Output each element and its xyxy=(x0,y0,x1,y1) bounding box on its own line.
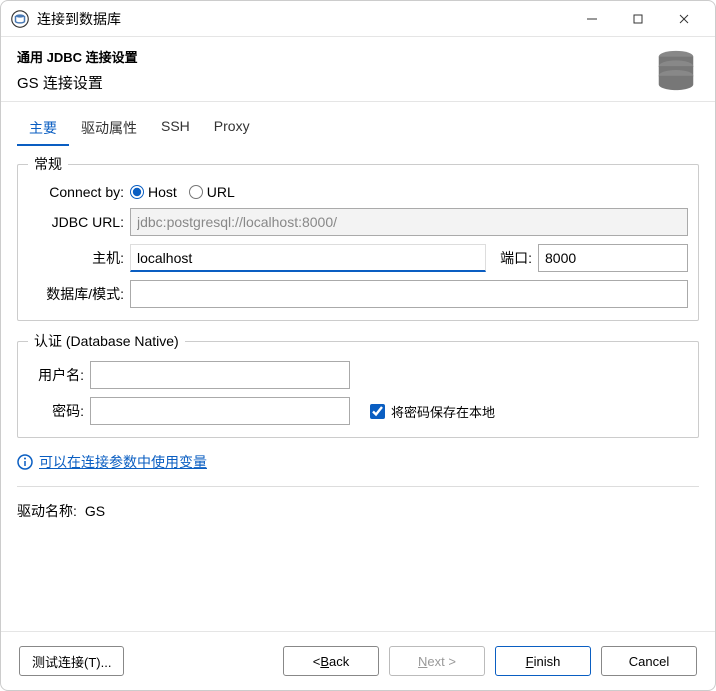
general-legend: 常规 xyxy=(28,154,68,174)
auth-legend: 认证 (Database Native) xyxy=(28,331,185,351)
radio-host-label: Host xyxy=(148,184,177,200)
next-button: Next > xyxy=(389,646,485,676)
window-title: 连接到数据库 xyxy=(37,9,569,29)
minimize-button[interactable] xyxy=(569,4,615,34)
dialog-header: 通用 JDBC 连接设置 GS 连接设置 xyxy=(1,37,715,102)
tab-ssh[interactable]: SSH xyxy=(149,112,202,146)
auth-fieldset: 认证 (Database Native) 用户名: 密码: 将密码保存在本地 xyxy=(17,331,699,438)
variables-help-link[interactable]: 可以在连接参数中使用变量 xyxy=(39,452,207,472)
database-label: 数据库/模式: xyxy=(28,284,124,304)
database-input[interactable] xyxy=(130,280,688,308)
password-label: 密码: xyxy=(28,401,84,421)
driver-name-label: 驱动名称: xyxy=(17,501,77,521)
host-input[interactable] xyxy=(130,244,486,272)
app-icon xyxy=(11,10,29,28)
connect-by-label: Connect by: xyxy=(28,184,124,200)
header-title: GS 连接设置 xyxy=(17,72,653,93)
save-password-label: 将密码保存在本地 xyxy=(391,402,495,421)
port-label: 端口: xyxy=(500,248,532,268)
dialog-footer: 测试连接(T)... < Back Next > Finish Cancel xyxy=(1,631,715,690)
tab-main[interactable]: 主要 xyxy=(17,112,69,146)
finish-button[interactable]: Finish xyxy=(495,646,591,676)
divider xyxy=(17,486,699,487)
radio-url-label: URL xyxy=(207,184,235,200)
username-label: 用户名: xyxy=(28,365,84,385)
tab-driver-properties[interactable]: 驱动属性 xyxy=(69,112,149,146)
tab-proxy[interactable]: Proxy xyxy=(202,112,262,146)
maximize-button[interactable] xyxy=(615,4,661,34)
info-icon xyxy=(17,454,33,470)
jdbc-url-label: JDBC URL: xyxy=(28,214,124,230)
save-password-checkbox[interactable] xyxy=(370,404,385,419)
password-input[interactable] xyxy=(90,397,350,425)
general-fieldset: 常规 Connect by: Host URL JDBC URL: 主机: 端口… xyxy=(17,154,699,321)
username-input[interactable] xyxy=(90,361,350,389)
back-button[interactable]: < Back xyxy=(283,646,379,676)
test-connection-button[interactable]: 测试连接(T)... xyxy=(19,646,124,676)
connect-by-url-radio[interactable] xyxy=(189,185,203,199)
tab-bar: 主要 驱动属性 SSH Proxy xyxy=(1,102,715,146)
header-subtitle: 通用 JDBC 连接设置 xyxy=(17,47,653,66)
connect-by-host-radio[interactable] xyxy=(130,185,144,199)
jdbc-url-input xyxy=(130,208,688,236)
titlebar: 连接到数据库 xyxy=(1,1,715,37)
database-icon xyxy=(653,47,699,93)
cancel-button[interactable]: Cancel xyxy=(601,646,697,676)
driver-name-value: GS xyxy=(85,503,105,519)
host-label: 主机: xyxy=(28,248,124,268)
port-input[interactable] xyxy=(538,244,688,272)
close-button[interactable] xyxy=(661,4,707,34)
tab-content: 常规 Connect by: Host URL JDBC URL: 主机: 端口… xyxy=(1,146,715,631)
